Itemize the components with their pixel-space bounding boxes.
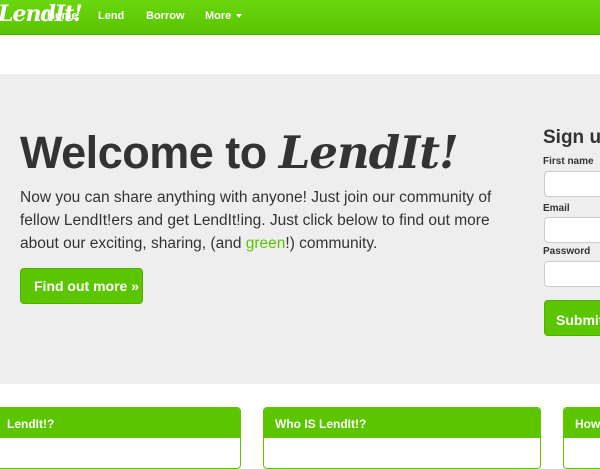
password-label: Password (543, 246, 591, 257)
submit-button[interactable]: Submit (544, 300, 600, 336)
hero-description: Now you can share anything with anyone! … (20, 186, 512, 255)
first-name-input[interactable] (544, 171, 600, 197)
feature-box-how: How (563, 407, 600, 469)
hero-title-text: Welcome to (20, 127, 279, 178)
hero-title-brand: LendIt! (278, 126, 459, 179)
hero-section: Welcome to LendIt! Now you can share any… (0, 74, 600, 384)
feature-box-what: LendIt!? (0, 407, 241, 469)
email-input[interactable] (544, 217, 600, 243)
nav-more-dropdown[interactable]: More (205, 10, 243, 22)
first-name-label: First name (543, 156, 594, 167)
email-label: Email (543, 203, 570, 214)
feature-heading: LendIt!? (0, 408, 240, 438)
nav-more-label: More (205, 10, 232, 22)
password-input[interactable] (544, 261, 600, 287)
feature-box-who: Who IS LendIt!? (263, 407, 541, 469)
signup-title: Sign up (543, 127, 600, 148)
top-navbar: LendIt! Home Lend Borrow More (0, 0, 600, 35)
nav-borrow-link[interactable]: Borrow (146, 10, 185, 22)
caret-down-icon (236, 14, 243, 19)
nav-lend-link[interactable]: Lend (98, 10, 124, 22)
feature-heading: How (564, 408, 600, 438)
hero-text-green: green (245, 235, 286, 252)
hero-text-end: !) community. (285, 235, 378, 252)
feature-heading: Who IS LendIt!? (264, 408, 540, 438)
nav-home-link[interactable]: Home (47, 10, 78, 22)
hero-title: Welcome to LendIt! (20, 126, 459, 179)
find-out-more-button[interactable]: Find out more » (20, 268, 143, 304)
